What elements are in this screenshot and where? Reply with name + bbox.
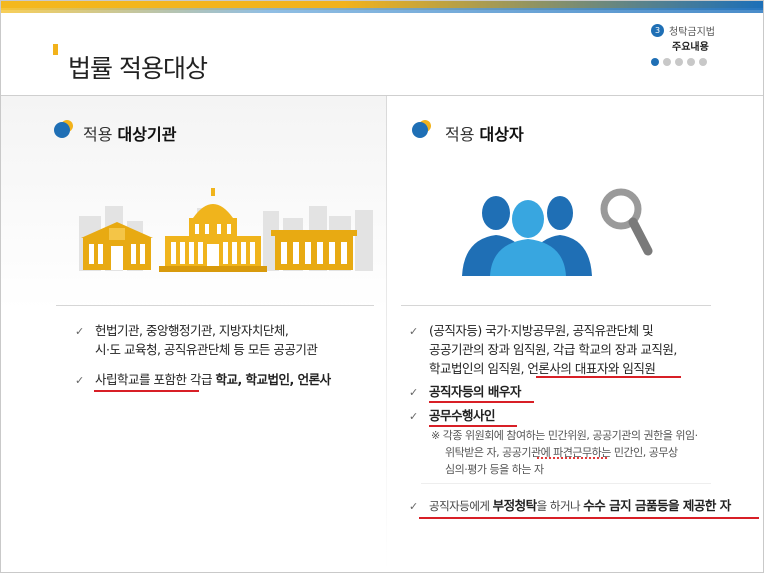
right-bullet-1: (공직자등) 국가·지방공무원, 공직유관단체 및 공공기관의 장과 임직원, … [429,321,677,378]
right-bullet-1-line-3-underlined: 언론사의 대표자와 임직원 [527,361,656,376]
right-bullet-1-line-2: 공공기관의 장과 임직원, 각급 학교의 장과 교직원, [429,342,677,357]
bubble-icon [54,120,73,138]
panel-divider [386,96,387,572]
page-dot-3[interactable] [675,58,683,66]
top-stripe-accent [1,8,763,13]
left-bullet-1: 헌법기관, 중앙행정기관, 지방자치단체, 시·도 교육청, 공직유관단체 등 … [95,321,318,359]
left-divider [56,305,374,306]
right-divider-lower [421,483,711,484]
red-underline [94,390,199,392]
note-line-3: 심의·평가 등을 하는 자 [445,463,544,476]
left-heading-prefix: 적용 [83,125,118,144]
left-bullet-2-plain: 각급 [186,372,216,387]
left-bullet-1-line-2: 시·도 교육청, 공직유관단체 등 모든 공공기관 [95,342,318,357]
right-bullet-1-line-3-plain: 학교법인의 임직원, [429,361,528,376]
red-underline [419,517,759,519]
right-bullet-4: 공직자등에게 부정청탁을 하거나 수수 금지 금품등을 제공한 자 [429,496,731,516]
check-icon: ✓ [75,325,85,338]
people-magnifier-illustration [462,188,653,276]
right-heading-bold: 대상자 [479,125,524,144]
right-heading-prefix: 적용 [445,125,480,144]
public-institutions-illustration [79,188,373,272]
check-icon: ✓ [409,410,419,423]
section-subtitle: 주요내용 [672,42,709,53]
note-line-1: ※ 각종 위원회에 참여하는 민간위원, 공공기관의 권한을 위임· [431,429,698,442]
title-marker [53,44,58,55]
left-heading-bold: 대상기관 [117,125,177,144]
red-wavy-underline [536,457,608,459]
red-underline [429,401,534,403]
note-text: ※ 각종 위원회에 참여하는 민간위원, 공공기관의 권한을 위임· 위탁받은 … [431,427,698,478]
right-divider [401,305,711,306]
check-icon: ✓ [409,386,419,399]
left-bullet-2: 사립학교를 포함한 각급 학교, 학교법인, 언론사 [95,370,331,389]
page-title: 법률 적용대상 [68,54,208,83]
slide: 법률 적용대상 3 청탁금지법 주요내용 적용 대상기관 ✓ 헌법기관, 중앙행… [0,0,764,573]
section-name: 청탁금지법 [669,27,715,38]
page-dot-4[interactable] [687,58,695,66]
right-bullet-4-part-3: 을 하거나 [536,499,584,513]
left-bullet-1-line-1: 헌법기관, 중앙행정기관, 지방자치단체, [95,323,289,338]
left-bullet-2-bold: 학교, 학교법인, 언론사 [215,372,331,387]
right-bullet-1-line-1: (공직자등) 국가·지방공무원, 공직유관단체 및 [429,323,654,338]
page-indicator [651,58,707,66]
left-bullet-2-underlined: 사립학교를 포함한 [95,372,187,387]
right-bullet-3: 공무수행사인 [429,408,496,423]
right-bullet-4-part-2: 부정청탁 [492,498,538,513]
page-dot-5[interactable] [699,58,707,66]
check-icon: ✓ [409,500,419,513]
right-bullet-4-part-4: 수수 금지 금품등을 제공한 자 [583,498,731,513]
left-heading: 적용 대상기관 [83,121,176,145]
page-dot-2[interactable] [663,58,671,66]
section-number-badge: 3 [651,24,664,37]
page-dot-1[interactable] [651,58,659,66]
check-icon: ✓ [75,374,85,387]
right-bullet-2: 공직자등의 배우자 [429,384,521,399]
bubble-icon [412,120,431,138]
right-bullet-4-part-1: 공직자등에게 [429,499,493,513]
red-underline [536,376,681,378]
check-icon: ✓ [409,325,419,338]
right-heading: 적용 대상자 [445,121,524,145]
